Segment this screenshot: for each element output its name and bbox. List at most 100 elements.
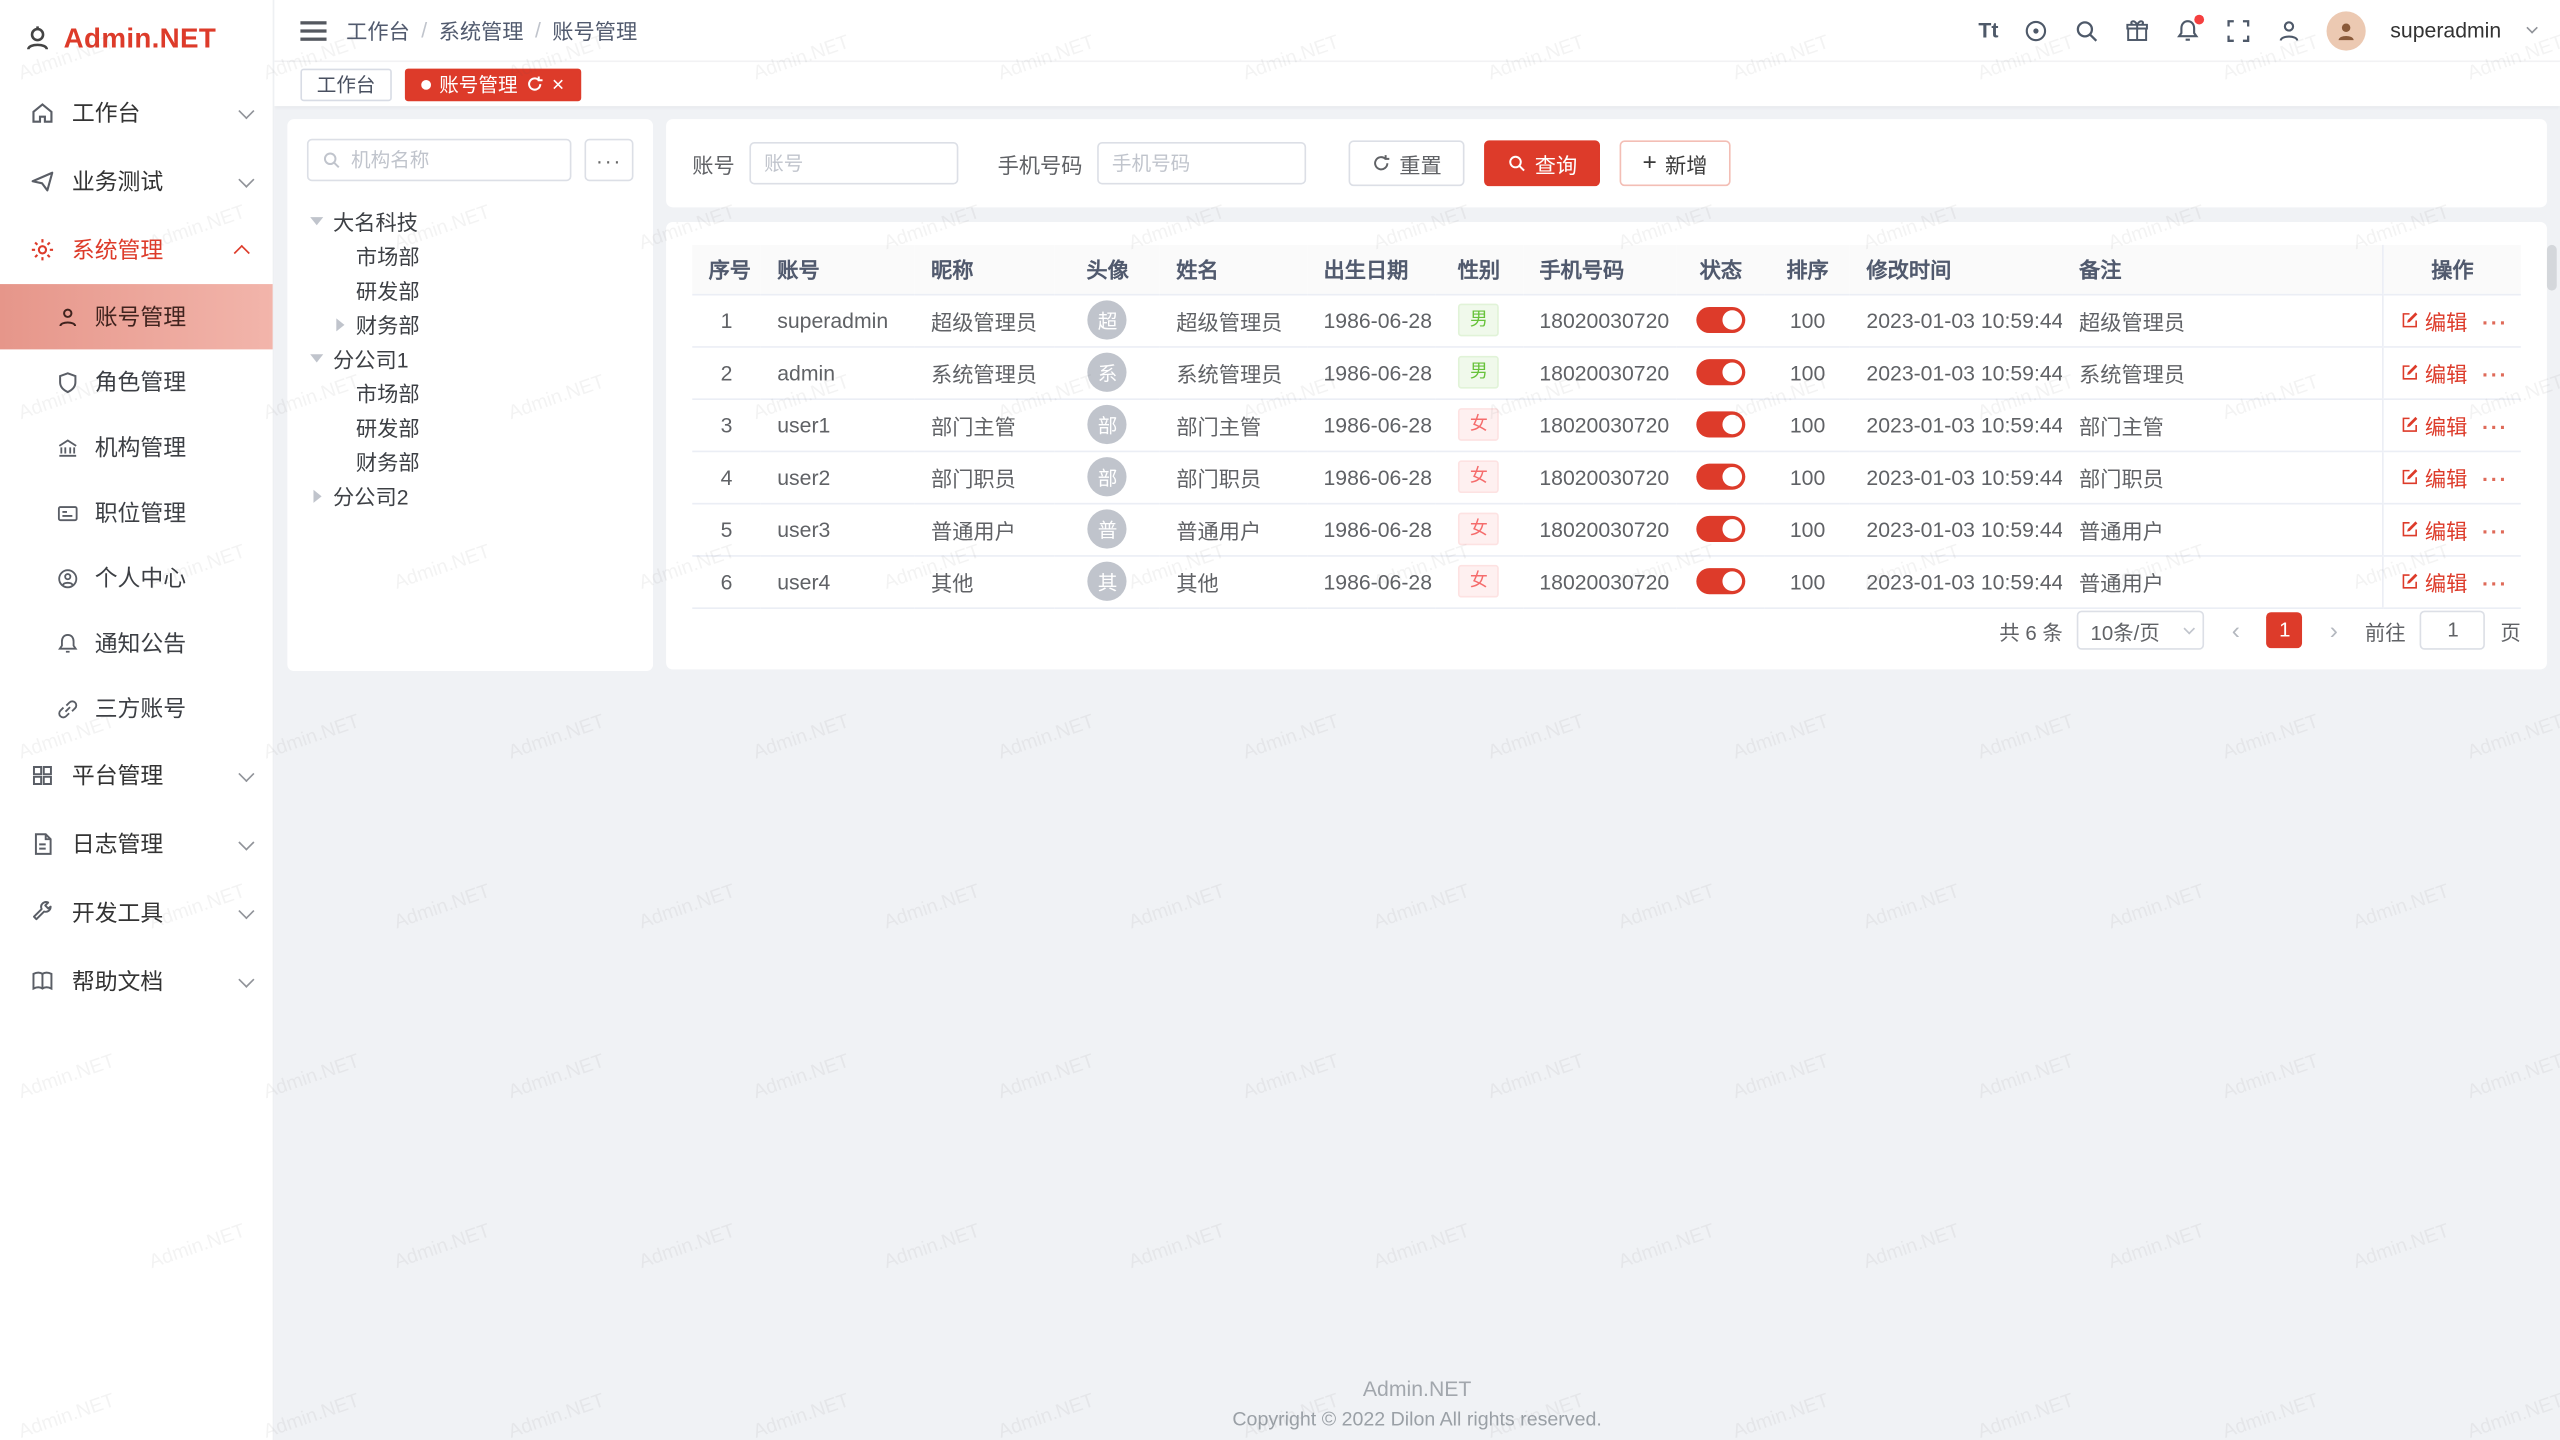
org-search-field[interactable]	[307, 139, 571, 181]
row-more-icon[interactable]: ···	[2482, 415, 2508, 439]
org-search-input[interactable]	[351, 149, 557, 172]
account-input[interactable]	[749, 142, 958, 184]
home-icon	[29, 100, 55, 126]
cell-actions: 编辑 ···	[2383, 346, 2521, 398]
search-button[interactable]: 查询	[1484, 140, 1600, 186]
status-toggle[interactable]	[1696, 307, 1745, 333]
page-unit-label: 页	[2500, 615, 2520, 646]
page-size-select[interactable]: 10条/页	[2078, 611, 2205, 650]
sidebar-item-position-mgmt[interactable]: 职位管理	[0, 480, 273, 545]
row-more-icon[interactable]: ···	[2482, 519, 2508, 543]
cell-name: 超级管理员	[1160, 294, 1307, 346]
tree-node[interactable]: 大名科技	[307, 204, 634, 238]
sidebar-item-workbench[interactable]: 工作台	[0, 78, 273, 147]
cell-account: user1	[761, 398, 915, 450]
edit-button[interactable]: 编辑	[2400, 409, 2467, 440]
tree-node[interactable]: 财务部	[307, 444, 634, 478]
edit-button[interactable]: 编辑	[2400, 566, 2467, 597]
close-icon[interactable]: ×	[552, 73, 564, 94]
goto-page-input[interactable]	[2420, 611, 2485, 650]
status-toggle[interactable]	[1696, 516, 1745, 542]
caret-down-icon[interactable]	[310, 217, 323, 225]
status-toggle[interactable]	[1696, 412, 1745, 438]
prev-page-button[interactable]: ‹	[2220, 612, 2253, 648]
edit-button[interactable]: 编辑	[2400, 461, 2467, 492]
caret-down-icon[interactable]	[310, 354, 323, 362]
tab-workbench[interactable]: 工作台	[300, 68, 391, 101]
table-header-row: 序号 账号 昵称 头像 姓名 出生日期 性别 手机号码 状态 排序 修改时间	[692, 245, 2521, 294]
org-more-button[interactable]: ···	[584, 139, 633, 181]
status-toggle[interactable]	[1696, 360, 1745, 386]
status-toggle[interactable]	[1696, 464, 1745, 490]
cell-remark: 部门主管	[2063, 398, 2384, 450]
sidebar-item-platform-mgmt[interactable]: 平台管理	[0, 741, 273, 810]
phone-input[interactable]	[1097, 142, 1306, 184]
row-more-icon[interactable]: ···	[2482, 571, 2508, 595]
tree-node[interactable]: 市场部	[307, 376, 634, 410]
font-size-icon[interactable]: Tt	[1978, 18, 1998, 42]
row-more-icon[interactable]: ···	[2482, 310, 2508, 334]
breadcrumb-home[interactable]: 工作台	[346, 15, 410, 46]
tree-node[interactable]: 分公司2	[307, 478, 634, 512]
sidebar-item-account-mgmt[interactable]: 账号管理	[0, 284, 273, 349]
row-more-icon[interactable]: ···	[2482, 467, 2508, 491]
sidebar-item-personal-center[interactable]: 个人中心	[0, 545, 273, 610]
tree-node[interactable]: 研发部	[307, 273, 634, 307]
fullscreen-icon[interactable]	[2225, 17, 2251, 43]
username[interactable]: superadmin	[2390, 18, 2501, 42]
col-gender: 性别	[1435, 245, 1523, 294]
caret-right-icon[interactable]	[336, 318, 344, 331]
cell-status	[1677, 503, 1765, 555]
org-tree: 大名科技 市场部 研发部 财务部 分公司1 市场部 研发部 财务部 分公司2	[307, 204, 634, 513]
right-column: 账号 手机号码 重置 查询 + 新	[666, 119, 2547, 669]
menu-label: 日志管理	[72, 828, 239, 861]
cell-avatar: 部	[1055, 451, 1160, 503]
scrollbar-thumb[interactable]	[2547, 245, 2557, 291]
row-more-icon[interactable]: ···	[2482, 362, 2508, 386]
gift-icon[interactable]	[2124, 17, 2150, 43]
tree-node[interactable]: 财务部	[307, 307, 634, 341]
search-icon	[1507, 153, 1527, 173]
chevron-down-icon[interactable]	[2526, 22, 2538, 34]
edit-button[interactable]: 编辑	[2400, 513, 2467, 544]
theme-icon[interactable]	[2023, 17, 2049, 43]
search-icon[interactable]	[2074, 17, 2100, 43]
sidebar-item-dev-tools[interactable]: 开发工具	[0, 878, 273, 947]
tree-node[interactable]: 研发部	[307, 410, 634, 444]
user-icon[interactable]	[2276, 17, 2302, 43]
sidebar-item-log-mgmt[interactable]: 日志管理	[0, 810, 273, 879]
sidebar-item-third-party[interactable]: 三方账号	[0, 676, 273, 741]
system-mgmt-submenu: 账号管理 角色管理 机构管理 职位管理 个人中心	[0, 284, 273, 741]
cell-actions: 编辑 ···	[2383, 451, 2521, 503]
edit-button[interactable]: 编辑	[2400, 357, 2467, 388]
page-number-1[interactable]: 1	[2267, 612, 2303, 648]
caret-right-icon[interactable]	[313, 489, 321, 502]
tab-account-mgmt[interactable]: 账号管理 ×	[405, 68, 581, 101]
tree-node[interactable]: 市场部	[307, 238, 634, 272]
breadcrumb-section[interactable]: 系统管理	[439, 15, 524, 46]
user-circle-icon	[56, 566, 80, 590]
paper-plane-icon	[29, 168, 55, 194]
sidebar-item-role-mgmt[interactable]: 角色管理	[0, 349, 273, 414]
tree-node[interactable]: 分公司1	[307, 341, 634, 375]
refresh-icon[interactable]	[526, 75, 544, 93]
edit-button[interactable]: 编辑	[2400, 304, 2467, 335]
menu-toggle-icon[interactable]	[300, 20, 326, 40]
cell-remark: 普通用户	[2063, 555, 2384, 607]
bell-icon[interactable]	[2175, 17, 2201, 43]
cell-sort: 100	[1765, 503, 1850, 555]
status-toggle[interactable]	[1696, 569, 1745, 595]
sidebar-item-system-mgmt[interactable]: 系统管理	[0, 216, 273, 285]
tab-label: 账号管理	[439, 70, 517, 98]
next-page-button[interactable]: ›	[2318, 612, 2351, 648]
add-button[interactable]: + 新增	[1620, 140, 1731, 186]
avatar[interactable]	[2327, 11, 2366, 50]
sidebar-item-org-mgmt[interactable]: 机构管理	[0, 415, 273, 480]
avatar: 系	[1088, 353, 1127, 392]
cell-gender: 女	[1435, 503, 1523, 555]
sidebar-item-business-test[interactable]: 业务测试	[0, 147, 273, 216]
sidebar-item-notice[interactable]: 通知公告	[0, 611, 273, 676]
cell-avatar: 系	[1055, 346, 1160, 398]
reset-button[interactable]: 重置	[1349, 140, 1465, 186]
sidebar-item-help-docs[interactable]: 帮助文档	[0, 947, 273, 1016]
